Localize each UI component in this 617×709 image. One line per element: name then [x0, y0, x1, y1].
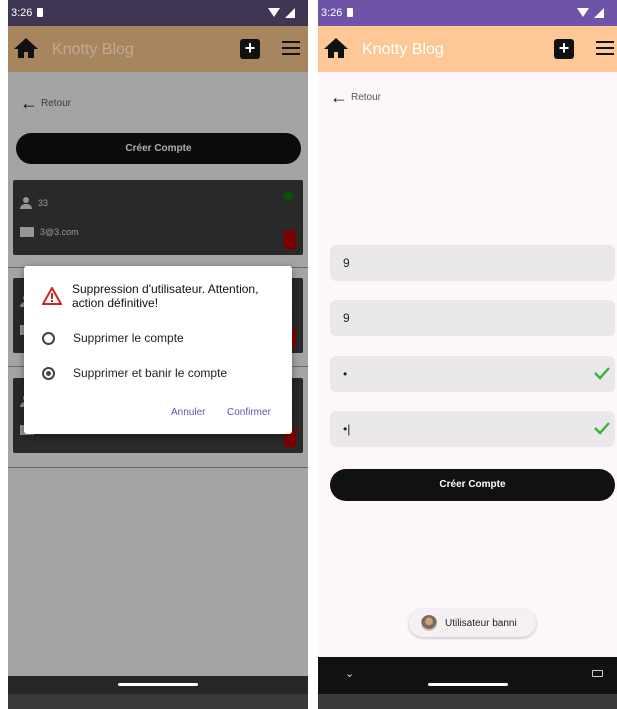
field-value: •|: [343, 422, 351, 436]
status-bar: 3:26: [318, 0, 617, 26]
field-value: 9: [343, 256, 350, 270]
confirm-button[interactable]: Confirmer: [227, 407, 271, 418]
home-icon[interactable]: [13, 36, 39, 60]
option-label: Supprimer et banir le compte: [73, 366, 228, 380]
app-bar: Knotty Blog +: [318, 26, 617, 72]
signal-icon: [594, 8, 604, 18]
status-bar: 3:26: [8, 0, 308, 26]
keyboard-icon[interactable]: [592, 670, 603, 677]
add-post-icon[interactable]: +: [240, 39, 260, 59]
menu-icon[interactable]: [596, 41, 614, 55]
app-title: Knotty Blog: [52, 41, 134, 58]
bottom-edge: [318, 694, 617, 709]
option-delete-account[interactable]: Supprimer le compte: [42, 331, 184, 345]
signal-icon: [285, 8, 295, 18]
wifi-icon: [577, 8, 589, 17]
sim-icon: [37, 8, 43, 17]
delete-user-dialog: Suppression d'utilisateur. Attention, ac…: [24, 266, 292, 434]
app-bar: Knotty Blog +: [8, 26, 308, 72]
create-account-button[interactable]: Créer Compte: [330, 469, 615, 501]
warning-icon: [42, 287, 62, 305]
toast-text: Utilisateur banni: [445, 617, 517, 629]
check-icon: [594, 367, 610, 380]
dialog-title: Suppression d'utilisateur. Attention, ac…: [72, 282, 259, 310]
chevron-down-icon[interactable]: ⌄: [345, 667, 354, 680]
back-arrow-icon: ←: [330, 87, 348, 107]
app-icon: [421, 615, 437, 631]
email-field[interactable]: 9: [330, 300, 615, 336]
field-value: •: [343, 367, 348, 381]
username-field[interactable]: 9: [330, 245, 615, 281]
radio-button[interactable]: [42, 331, 55, 345]
confirm-password-field[interactable]: •|: [330, 411, 615, 447]
back-button[interactable]: ← Retour: [330, 87, 382, 107]
radio-button-selected[interactable]: [42, 366, 55, 380]
wifi-icon: [268, 8, 280, 17]
system-nav-bar: [8, 676, 308, 694]
home-gesture-handle[interactable]: [427, 683, 508, 686]
add-post-icon[interactable]: +: [554, 39, 574, 59]
back-label: Retour: [351, 91, 382, 103]
bottom-edge: [8, 694, 308, 709]
status-time: 3:26: [321, 7, 343, 19]
app-title: Knotty Blog: [362, 41, 444, 58]
phone-right-screen: 3:26 Knotty Blog + ← Retour 9 9 • •| Cré…: [318, 0, 617, 709]
menu-icon[interactable]: [282, 41, 300, 55]
system-nav-bar: ⌄: [318, 657, 617, 694]
option-delete-and-ban[interactable]: Supprimer et banir le compte: [42, 366, 227, 380]
password-field[interactable]: •: [330, 356, 615, 392]
toast-message: Utilisateur banni: [409, 609, 536, 637]
option-label: Supprimer le compte: [73, 331, 184, 345]
cancel-button[interactable]: Annuler: [171, 407, 205, 418]
sim-icon: [347, 8, 353, 17]
field-value: 9: [343, 311, 350, 325]
home-gesture-handle[interactable]: [118, 683, 198, 686]
status-time: 3:26: [11, 7, 33, 19]
phone-left-screen: 3:26 Knotty Blog + ← Retour Créer Compte…: [8, 0, 308, 709]
home-icon[interactable]: [323, 36, 349, 60]
check-icon: [594, 422, 610, 435]
